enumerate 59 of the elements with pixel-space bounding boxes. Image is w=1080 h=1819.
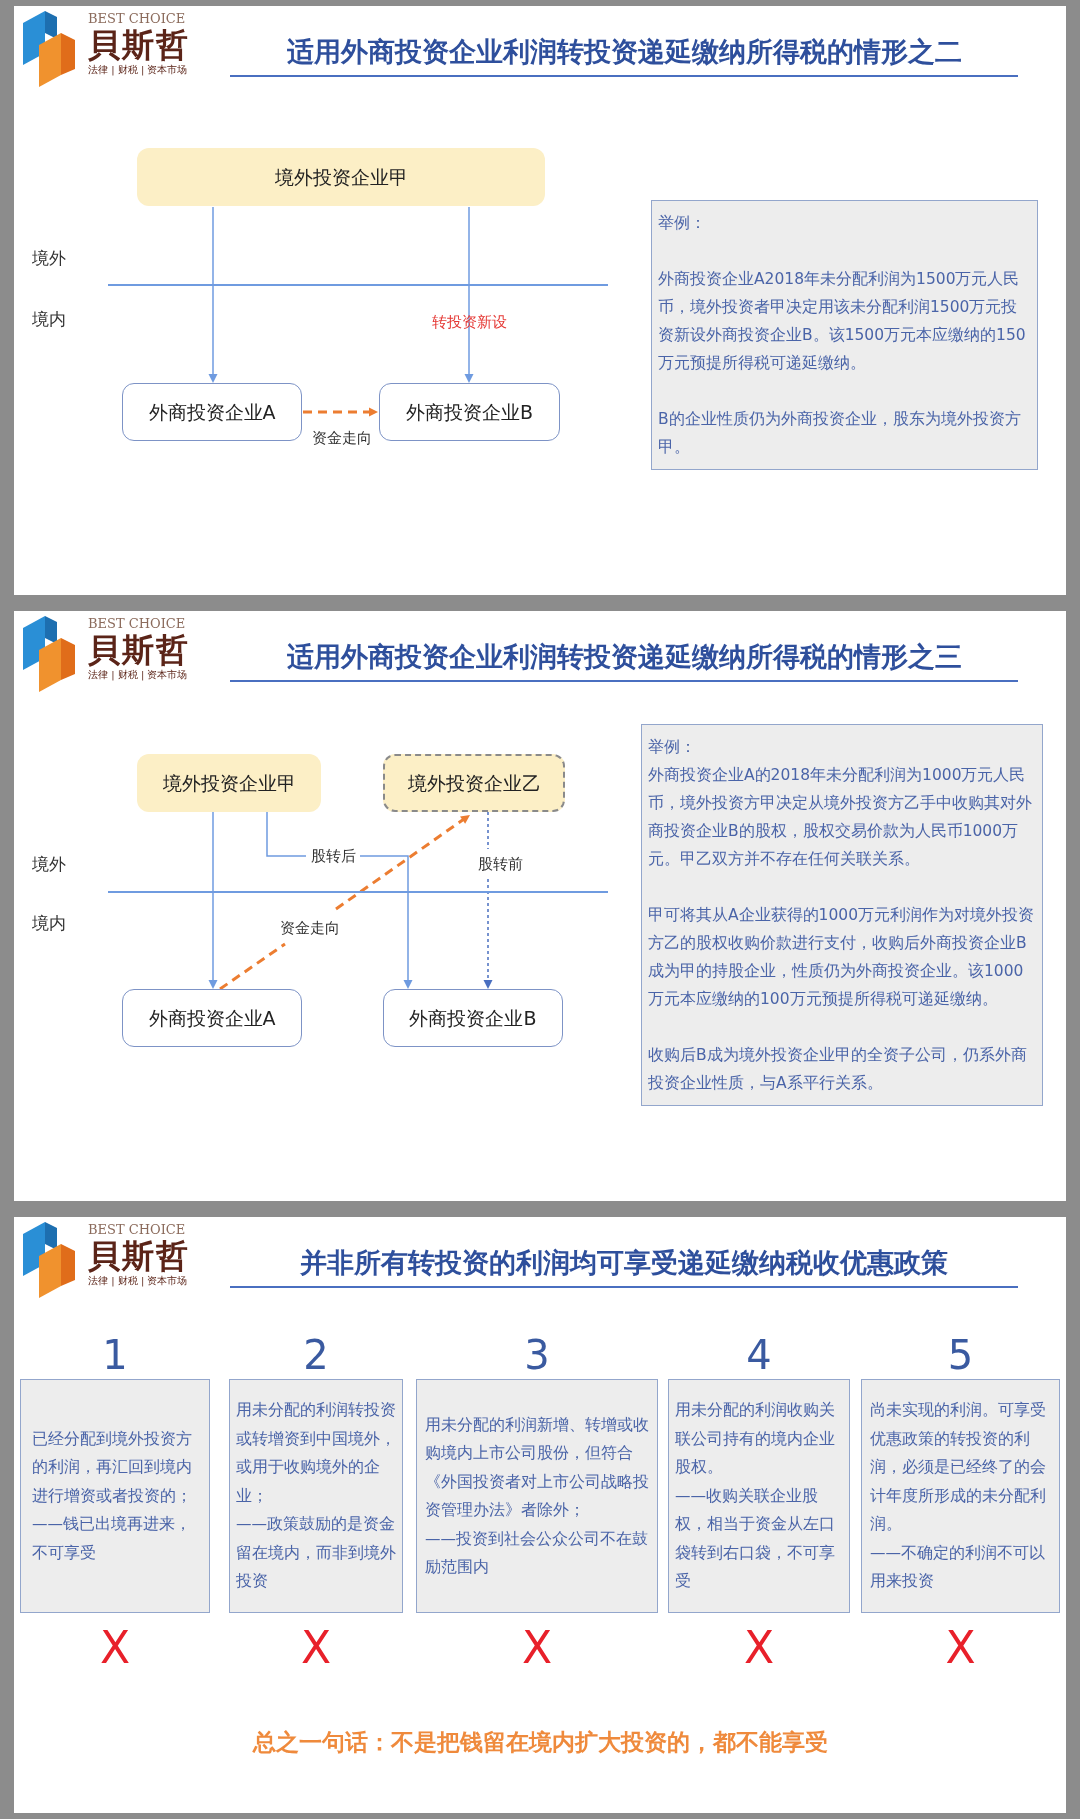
summary-text: 总之一句话：不是把钱留在境内扩大投资的，都不能享受 bbox=[252, 1728, 828, 1757]
item-note: ——收购关联企业股权，相当于资金从左口袋转到右口袋，不可享受 bbox=[675, 1485, 836, 1593]
slide-title: 适用外商投资企业利润转投资递延缴纳所得税的情形之三 bbox=[286, 642, 962, 672]
cross-mark: X bbox=[300, 1625, 332, 1671]
example-heading: 举例： bbox=[648, 737, 697, 758]
zone-label: 境内 bbox=[32, 912, 66, 935]
logo-subtitle: 法律 | 财税 | 资本市场 bbox=[88, 63, 188, 77]
logo-brand: 貝斯哲 bbox=[88, 1238, 190, 1274]
item-text: 用未分配的利润转投资或转增资到中国境外，或用于收购境外的企业； bbox=[236, 1400, 396, 1507]
zone-label: 境内 bbox=[32, 308, 66, 331]
example-text: 甲可将其从A企业获得的1000万元利润作为对境外投资方乙的股权收购价款进行支付，收购后外商投资企业B成为甲的持股企业，性质仍为外商投资企业。该1000万元本应缴纳的100万元预提所得税可递延缴纳。 bbox=[648, 905, 1036, 1010]
logo-brand: 貝斯哲 bbox=[88, 632, 190, 668]
cross-mark: X bbox=[743, 1625, 775, 1671]
logo-icon bbox=[23, 614, 75, 692]
item-note: ——政策鼓励的是资金留在境内，而非到境外投资 bbox=[236, 1514, 396, 1593]
example-text: 外商投资企业A2018年未分配利润为1500万元人民币，境外投资者甲决定用该未分配利润1500万元投资新设外商投资企业B。该1500万元本应缴纳的150万元预提所得税可递延缴纳。 bbox=[658, 269, 1027, 374]
company-node: 境外投资企业甲 bbox=[137, 754, 321, 812]
item-note: ——投资到社会公众公司不在鼓励范围内 bbox=[425, 1528, 649, 1578]
company-node: 外商投资企业A bbox=[122, 989, 302, 1047]
company-node: 外商投资企业B bbox=[383, 989, 563, 1047]
item-text: 尚未实现的利润。可享受优惠政策的转投资的利润，必须是已经终了的会计年度所形成的未分配利润。 bbox=[870, 1400, 1047, 1536]
example-text: 收购后B成为境外投资企业甲的全资子公司，仍系外商投资企业性质，与A系平行关系。 bbox=[648, 1045, 1028, 1094]
item-number: 1 bbox=[102, 1331, 128, 1379]
company-node: 境外投资企业乙 bbox=[383, 754, 565, 812]
item-number: 4 bbox=[746, 1331, 772, 1379]
logo-tagline: BEST CHOICE bbox=[88, 11, 186, 27]
cross-mark: X bbox=[945, 1625, 976, 1671]
logo-subtitle: 法律 | 财税 | 资本市场 bbox=[88, 1274, 188, 1288]
logo-subtitle: 法律 | 财税 | 资本市场 bbox=[88, 668, 188, 682]
edge-label: 股转后 bbox=[310, 846, 356, 866]
company-node: 外商投资企业A bbox=[122, 383, 302, 441]
item-text: 用未分配的利润收购关联公司持有的境内企业股权。 bbox=[675, 1400, 836, 1479]
example-text: B的企业性质仍为外商投资企业，股东为境外投资方甲。 bbox=[658, 409, 1022, 458]
item-number: 2 bbox=[303, 1331, 329, 1379]
example-heading: 举例： bbox=[658, 213, 707, 234]
edge-label: 资金走向 bbox=[280, 918, 340, 938]
slide-title: 适用外商投资企业利润转投资递延缴纳所得税的情形之二 bbox=[286, 37, 962, 67]
item-number: 3 bbox=[524, 1331, 550, 1379]
example-text: 外商投资企业A的2018年未分配利润为1000万元人民币，境外投资方甲决定从境外投资方乙手中收购其对外商投资企业B的股权，股权交易价款为人民币1000万元。甲乙双方并不存在任何关联关系。 bbox=[648, 765, 1033, 870]
slide-title: 并非所有转投资的利润均可享受递延缴纳税收优惠政策 bbox=[300, 1248, 948, 1278]
company-node: 外商投资企业B bbox=[379, 383, 560, 441]
logo-tagline: BEST CHOICE bbox=[88, 1222, 186, 1238]
zone-label: 境外 bbox=[32, 247, 66, 270]
logo-icon bbox=[23, 9, 75, 87]
item-number: 5 bbox=[947, 1331, 974, 1379]
zone-label: 境外 bbox=[32, 853, 66, 876]
edge-label: 资金走向 bbox=[312, 428, 372, 448]
item-text: 已经分配到境外投资方的利润，再汇回到境内进行增资或者投资的； bbox=[32, 1428, 193, 1507]
logo-tagline: BEST CHOICE bbox=[88, 616, 186, 632]
item-text: 用未分配的利润新增、转增或收购境内上市公司股份，但符合《外国投资者对上市公司战略投资管理办法》者除外； bbox=[425, 1414, 649, 1521]
cross-mark: X bbox=[521, 1625, 553, 1671]
logo-brand: 貝斯哲 bbox=[88, 27, 190, 63]
logo-icon bbox=[23, 1220, 75, 1298]
item-note: ——钱已出境再进来，不可享受 bbox=[32, 1514, 192, 1564]
edge-label: 转投资新设 bbox=[431, 312, 507, 332]
edge-label: 股转前 bbox=[477, 854, 523, 874]
item-note: ——不确定的利润不可以用来投资 bbox=[870, 1542, 1046, 1593]
cross-mark: X bbox=[99, 1625, 131, 1671]
company-node: 境外投资企业甲 bbox=[137, 148, 545, 206]
